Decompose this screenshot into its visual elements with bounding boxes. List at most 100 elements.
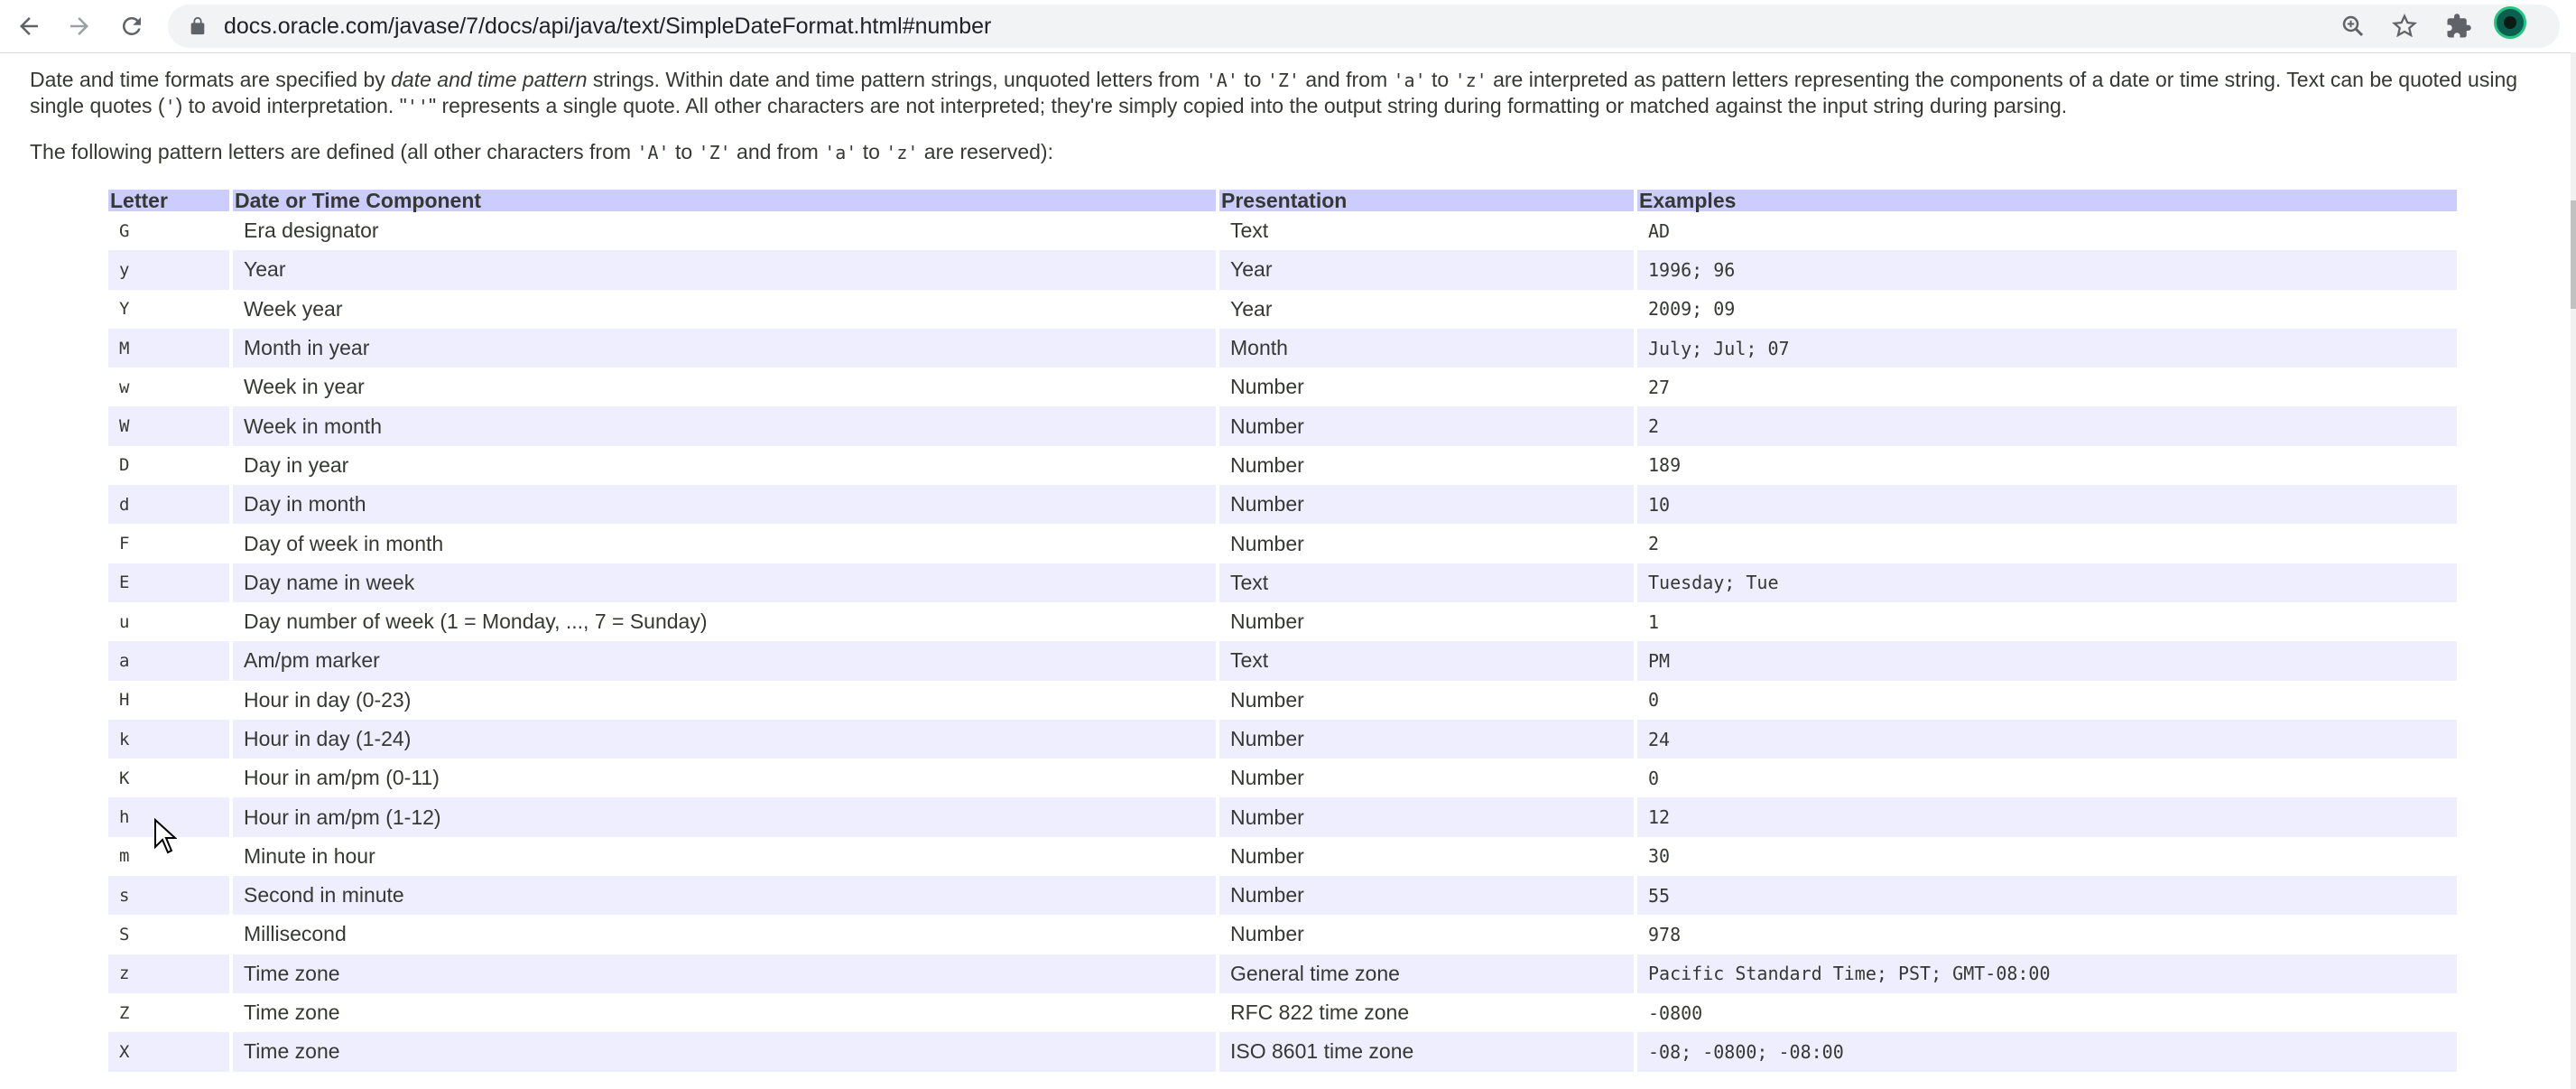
presentation-cell: Number [1230,766,1304,790]
table-row: z Time zone General time zone Pacific Stand… [108,954,2457,993]
component-cell: Day in month [233,485,1216,525]
component-cell: Week year [244,296,343,321]
url-text[interactable]: docs.oracle.com/javase/7/docs/api/java/t… [224,5,991,48]
example-cell: 189 [1648,454,1682,477]
letter-cell: K [119,768,130,788]
table-row: w Week in year Number 27 [108,368,2457,406]
intro-text: ) to avoid interpretation. " [175,94,407,117]
component-cell: Time zone [244,1001,340,1025]
component-cell: Era designator [244,219,379,243]
component-cell: Day number of week (1 = Monday, ..., 7 =… [244,610,708,634]
letter-cell: z [108,954,229,993]
reserved-text: and from [730,140,825,163]
presentation-cell: Number [1219,485,1634,525]
letter-cell: d [108,485,229,525]
example-cell: Tuesday; Tue [1637,563,2457,602]
table-row: G Era designator Text AD [108,211,2457,250]
back-button[interactable] [9,6,49,46]
component-cell: Hour in am/pm (1-12) [233,797,1216,837]
presentation-cell: General time zone [1219,954,1634,993]
presentation-cell: Year [1230,296,1273,321]
example-cell: 2 [1637,406,2457,446]
star-icon[interactable] [2391,13,2418,40]
example-cell: Pacific Standard Time; PST; GMT-08:00 [1637,954,2457,993]
table-row: m Minute in hour Number 30 [108,837,2457,876]
forward-arrow-icon [70,17,88,35]
lock-icon[interactable] [188,16,208,36]
component-cell: Minute in hour [244,843,375,868]
table-row: Z Time zone RFC 822 time zone -0800 [108,993,2457,1032]
component-cell: Week in year [244,375,365,399]
example-cell: 978 [1648,923,1682,945]
table-row: W Week in month Number 2 [108,406,2457,446]
example-cell: July; Jul; 07 [1637,328,2457,368]
intro-emphasis: date and time pattern [391,68,588,91]
component-cell: Am/pm marker [233,641,1216,681]
intro-text: to [1237,68,1267,91]
page-scrollbar[interactable] [2571,52,2576,1089]
intro-code: 'z' [1454,70,1487,91]
example-cell: 12 [1637,797,2457,837]
intro-text: " represents a single quote. All other c… [428,94,2068,117]
scrollbar-thumb[interactable] [2571,200,2576,309]
letter-cell: X [108,1032,229,1072]
zoom-icon[interactable] [2340,13,2367,40]
reserved-code: 'A' [636,142,670,163]
presentation-cell: Number [1230,531,1304,555]
presentation-cell: Month [1219,328,1634,368]
component-cell: Hour in am/pm (0-11) [244,766,440,790]
presentation-cell: Number [1219,797,1634,837]
letter-cell: u [119,611,130,632]
header-examples: Examples [1637,190,2457,211]
example-cell: 55 [1637,876,2457,916]
component-cell: Time zone [233,1032,1216,1072]
intro-text: strings. Within date and time pattern st… [587,68,1206,91]
presentation-cell: Text [1230,219,1269,243]
intro-text: Date and time formats are specified by [30,68,392,91]
presentation-cell: Number [1230,843,1304,868]
example-cell: 0 [1648,767,1660,789]
presentation-cell: Number [1219,719,1634,759]
table-row: D Day in year Number 189 [108,446,2457,485]
table-row: d Day in month Number 10 [108,485,2457,525]
intro-code: '' [406,96,429,117]
example-cell: -0800 [1648,1001,1703,1024]
table-header-row: Letter Date or Time Component Presentati… [108,190,2457,211]
letter-cell: Y [119,299,130,320]
component-cell: Time zone [233,954,1216,993]
example-cell: 10 [1637,485,2457,525]
table-row: a Am/pm marker Text PM [108,641,2457,681]
presentation-cell: Number [1230,922,1304,946]
table-row: u Day number of week (1 = Monday, ..., 7 … [108,602,2457,641]
reload-button[interactable] [112,6,152,46]
table-row: F Day of week in month Number 2 [108,524,2457,563]
letter-cell: a [108,641,229,681]
presentation-cell: Number [1219,406,1634,446]
table-row: s Second in minute Number 55 [108,876,2457,916]
intro-text: and from [1299,68,1394,91]
forward-button[interactable] [60,6,99,46]
table-row: X Time zone ISO 8601 time zone -08; -0800; … [108,1032,2457,1072]
presentation-cell: ISO 8601 time zone [1219,1032,1634,1072]
address-bar[interactable]: docs.oracle.com/javase/7/docs/api/java/t… [168,5,2560,48]
mouse-cursor-icon [154,818,177,854]
page-content: Date and time formats are specified by d… [0,52,2572,1089]
letter-cell: E [108,563,229,602]
pattern-letters-table: Letter Date or Time Component Presentati… [105,190,2460,1072]
letter-cell: W [108,406,229,446]
table-row: H Hour in day (0-23) Number 0 [108,681,2457,720]
presentation-cell: Number [1230,610,1304,634]
table-row: y Year Year 1996; 96 [108,250,2457,290]
table-row: S Millisecond Number 978 [108,915,2457,954]
table-row: E Day name in week Text Tuesday; Tue [108,563,2457,602]
extensions-icon[interactable] [2445,13,2472,40]
intro-paragraph: Date and time formats are specified by d… [30,67,2539,119]
presentation-cell: Text [1219,641,1634,681]
header-component: Date or Time Component [233,190,1216,211]
browser-toolbar: docs.oracle.com/javase/7/docs/api/java/t… [0,0,2576,53]
presentation-cell: RFC 822 time zone [1230,1001,1410,1025]
profile-avatar[interactable] [2494,6,2526,39]
example-cell: 0 [1648,689,1660,712]
letter-cell: y [108,250,229,290]
component-cell: Day name in week [233,563,1216,602]
